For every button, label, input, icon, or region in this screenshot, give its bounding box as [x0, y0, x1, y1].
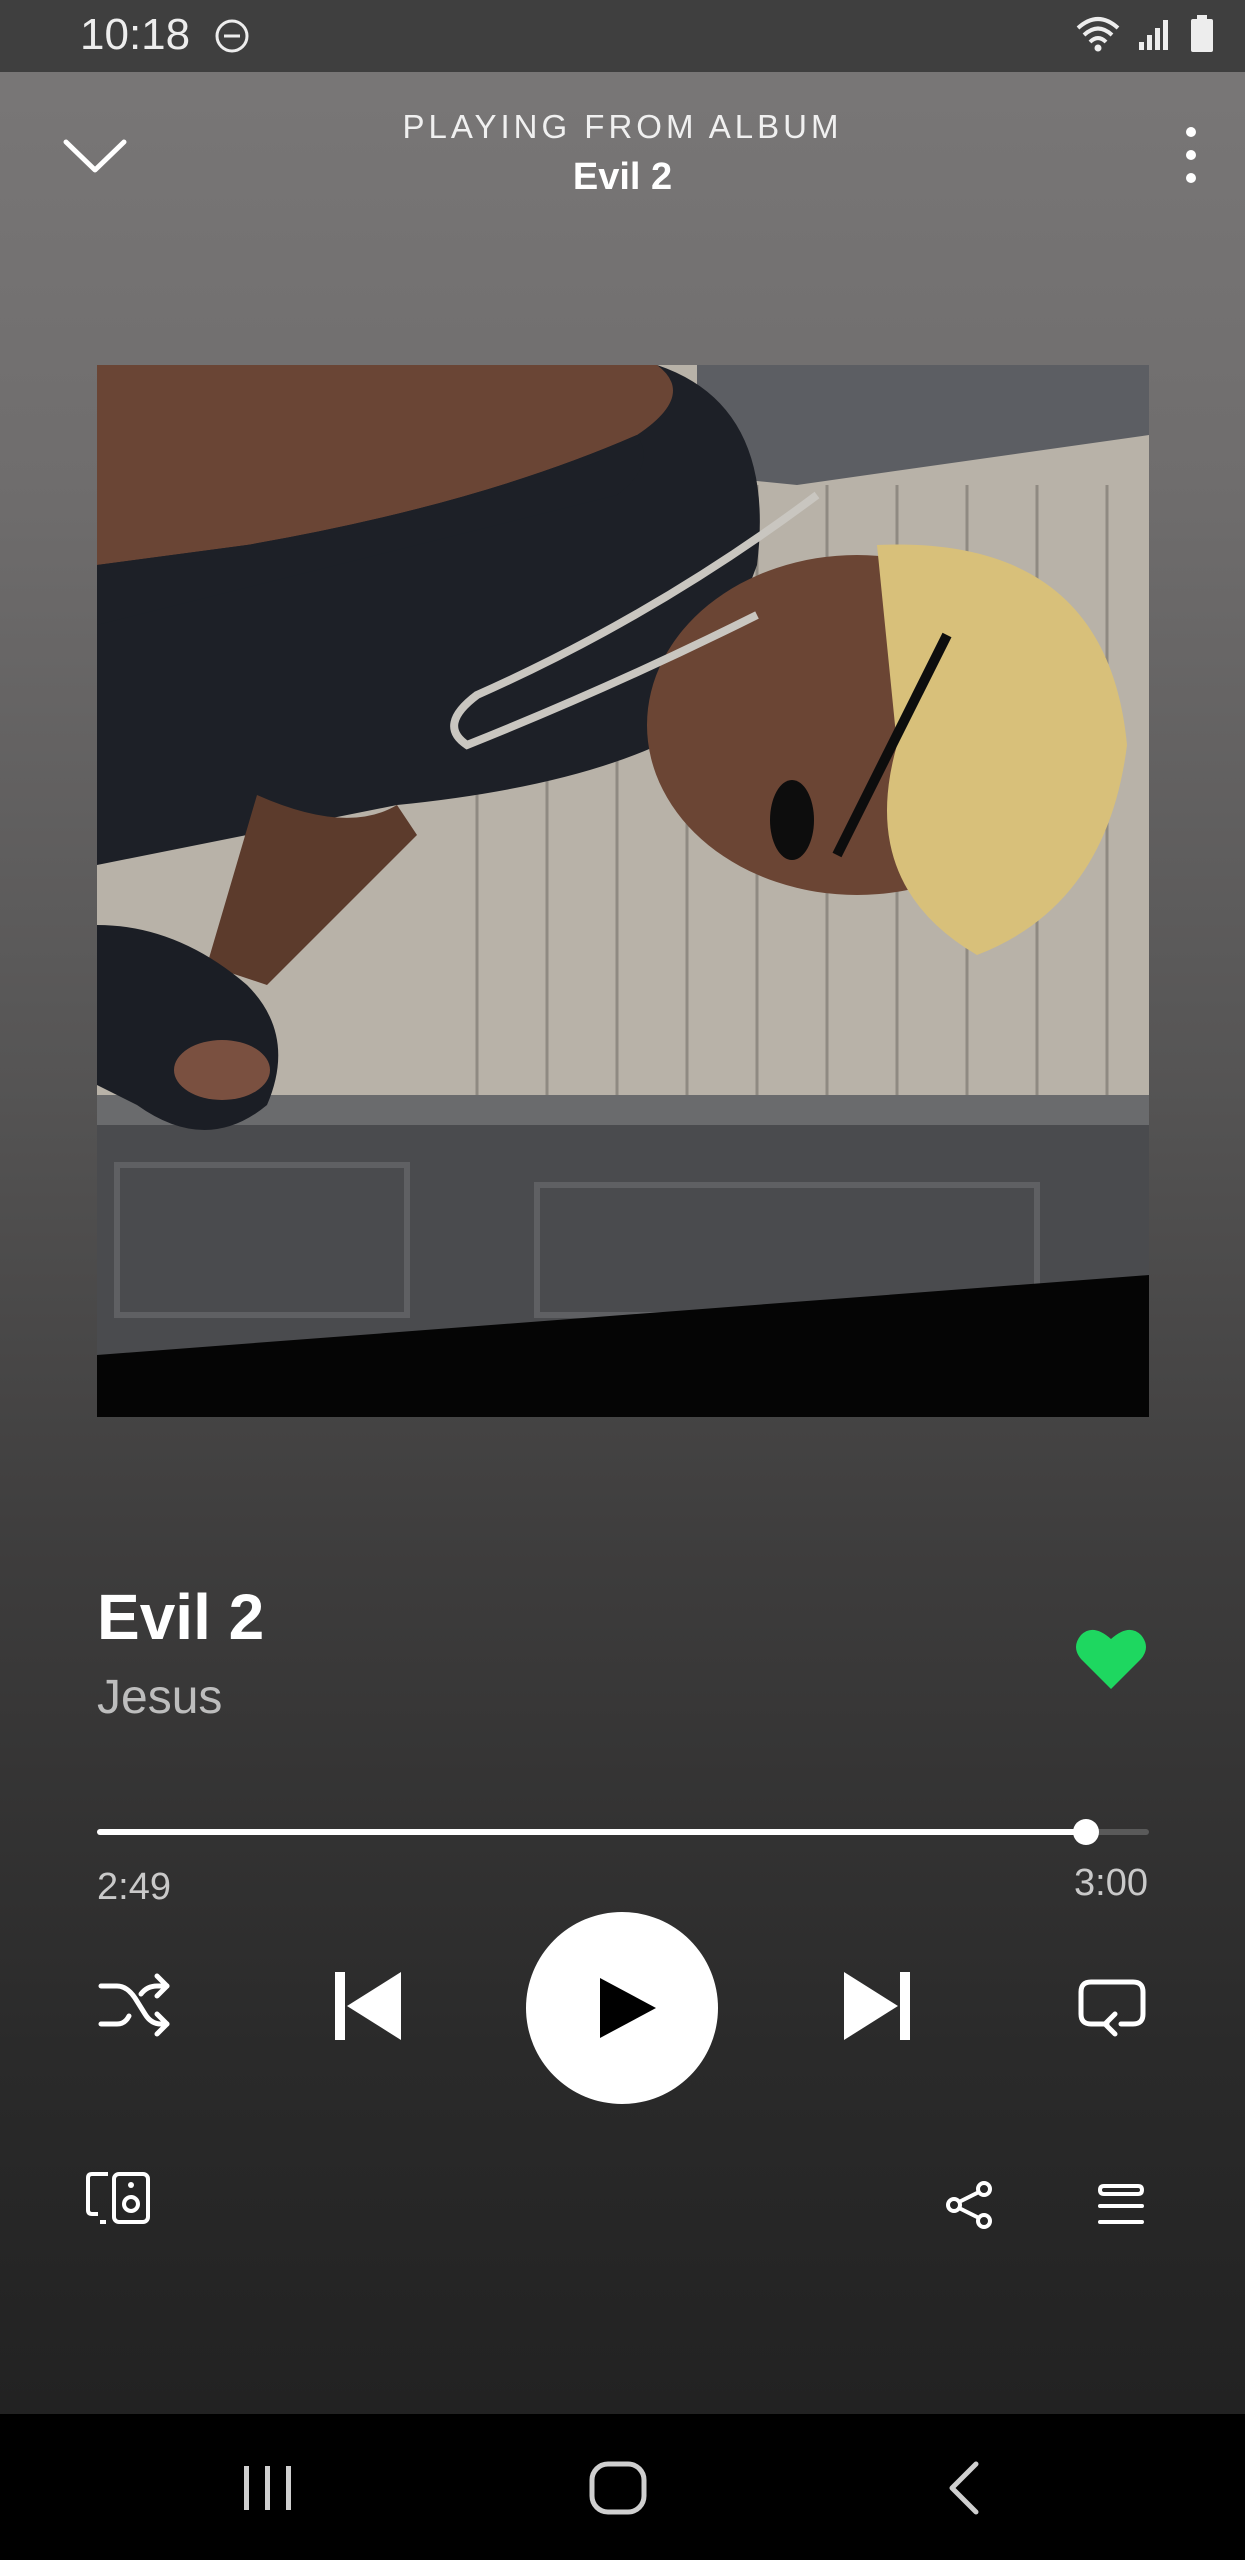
- home-icon[interactable]: [588, 2460, 648, 2516]
- do-not-disturb-icon: [215, 19, 249, 53]
- progress-knob[interactable]: [1072, 1819, 1099, 1845]
- previous-icon[interactable]: [333, 1970, 403, 2042]
- status-bar: 10:18: [0, 0, 1245, 72]
- heart-icon[interactable]: [1075, 1625, 1147, 1691]
- wifi-icon: [1076, 17, 1120, 52]
- album-art-image: [97, 365, 1149, 1417]
- shuffle-icon[interactable]: [97, 1972, 171, 2038]
- progress-bar[interactable]: [97, 1819, 1149, 1845]
- system-nav-bar: [0, 2414, 1245, 2560]
- album-art: [97, 365, 1149, 1417]
- more-options-icon[interactable]: [1171, 120, 1211, 190]
- status-icons: [1075, 14, 1215, 54]
- battery-icon: [1191, 15, 1213, 52]
- status-time: 10:18: [80, 10, 191, 59]
- share-icon[interactable]: [944, 2180, 996, 2230]
- recents-icon[interactable]: [240, 2464, 296, 2512]
- back-icon[interactable]: [946, 2460, 982, 2516]
- devices-icon[interactable]: [86, 2170, 152, 2226]
- play-button[interactable]: [526, 1912, 718, 2104]
- next-icon[interactable]: [842, 1970, 912, 2042]
- play-icon: [600, 1978, 656, 2038]
- elapsed-time: 2:49: [97, 1866, 171, 1908]
- track-artist[interactable]: Jesus: [97, 1670, 222, 1725]
- now-playing-screen: 10:18 PLAYING FROM ALBUM Evil 2 Evil 2 J…: [0, 0, 1245, 2414]
- progress-fill: [97, 1829, 1086, 1835]
- signal-icon: [1139, 20, 1168, 50]
- queue-icon[interactable]: [1098, 2182, 1144, 2228]
- playing-from-label: PLAYING FROM ALBUM: [402, 108, 843, 145]
- total-time: 3:00: [1074, 1862, 1148, 1904]
- repeat-icon[interactable]: [1077, 1976, 1147, 2038]
- album-context-name[interactable]: Evil 2: [0, 156, 1245, 199]
- track-title[interactable]: Evil 2: [97, 1580, 264, 1654]
